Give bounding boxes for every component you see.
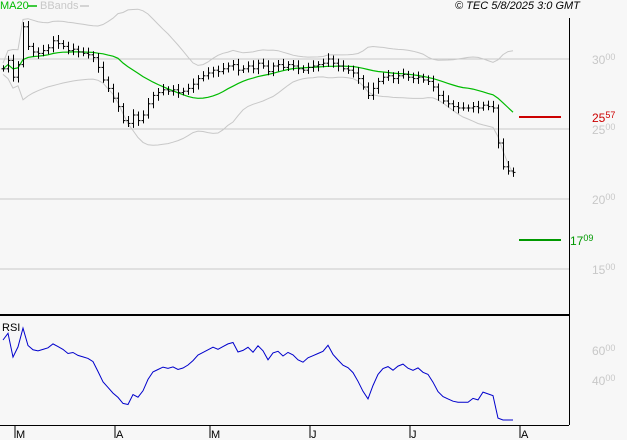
support-label-dec: 09 [583, 233, 594, 243]
support-label: 1709 [570, 233, 593, 248]
month-label: J [411, 429, 417, 440]
month-label: A [116, 429, 124, 440]
rsi-line [2, 326, 513, 421]
rsi-label: RSI [2, 322, 21, 334]
rsi-axis-label: 6000 [592, 343, 615, 358]
resistance-label-dec: 57 [605, 110, 616, 121]
rsi-axis-label-dec: 00 [605, 343, 616, 353]
bbands-legend: BBands [40, 0, 79, 12]
chart-canvas: MAMJJA [0, 5, 570, 440]
stock-chart: M A M J J A MA20 BBands © TEC 5/8/2025 3:0 GM… [0, 0, 627, 440]
support-label-main: 17 [570, 234, 584, 248]
month-label: J [311, 429, 317, 440]
copyright: © TEC 5/8/2025 3:0 GMT [455, 0, 580, 12]
price-axis-label-main: 25 [592, 123, 606, 137]
rsi-axis-label-main: 60 [592, 344, 606, 358]
price-axis-label-dec: 00 [605, 192, 616, 202]
bband-lower [2, 74, 514, 174]
price-axis-label-dec: 00 [605, 52, 616, 62]
rsi-axis-label-main: 40 [592, 374, 606, 388]
price-axis-label-dec: 00 [605, 262, 616, 272]
price-axis-label: 1500 [592, 262, 615, 277]
bband-upper [2, 8, 514, 66]
month-label: M [16, 429, 25, 440]
resistance-label: 2557 [592, 110, 615, 125]
month-label: A [521, 429, 529, 440]
price-axis-label-main: 15 [592, 263, 606, 277]
price-axis-label: 2000 [592, 192, 615, 207]
price-axis-label-main: 30 [592, 53, 606, 67]
price-axis-label-main: 20 [592, 193, 606, 207]
ma20-legend: MA20 [0, 0, 29, 12]
resistance-label-main: 25 [592, 111, 606, 126]
month-label: M [211, 429, 220, 440]
rsi-axis-label: 4000 [592, 373, 615, 388]
price-axis-label: 3000 [592, 52, 615, 67]
rsi-axis-label-dec: 00 [605, 373, 616, 383]
